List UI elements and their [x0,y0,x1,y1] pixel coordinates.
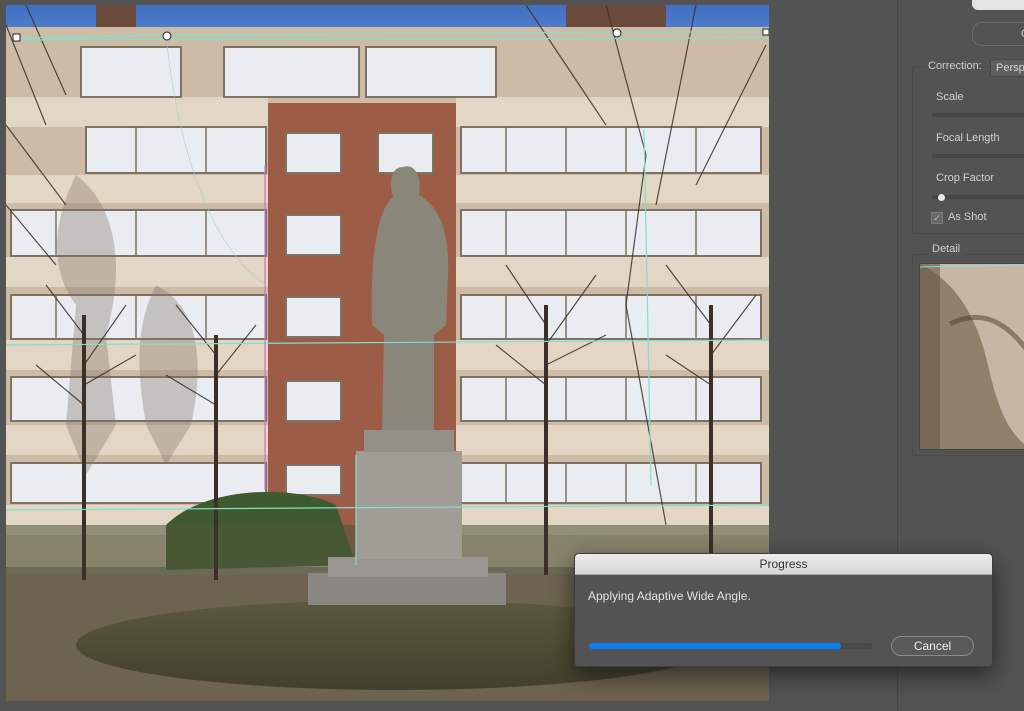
detail-label: Detail [929,243,964,255]
cancel-button[interactable]: Cancel [891,636,974,656]
correction-select[interactable]: Persp [990,59,1024,77]
secondary-button[interactable]: C [972,22,1024,46]
crop-factor-slider[interactable] [932,195,1024,199]
progress-bar [589,643,872,649]
dialog-title: Progress [575,554,992,575]
progress-message: Applying Adaptive Wide Angle. [588,589,751,603]
scale-label: Scale [936,91,964,103]
ok-button[interactable] [972,0,1024,10]
detail-image [920,264,1024,449]
focal-length-slider[interactable] [932,154,1024,158]
crop-factor-thumb[interactable] [938,194,945,201]
as-shot-label: As Shot [948,211,987,223]
correction-group [912,66,1024,234]
crop-factor-label: Crop Factor [936,172,995,184]
detail-preview [919,263,1024,450]
correction-label: Correction: [925,60,985,72]
focal-length-label: Focal Length [936,132,1000,144]
progress-dialog: Progress Applying Adaptive Wide Angle. C… [574,553,993,667]
scale-slider[interactable] [932,113,1024,117]
progress-bar-fill [589,643,841,649]
as-shot-checkbox[interactable]: ✓ [931,212,943,224]
